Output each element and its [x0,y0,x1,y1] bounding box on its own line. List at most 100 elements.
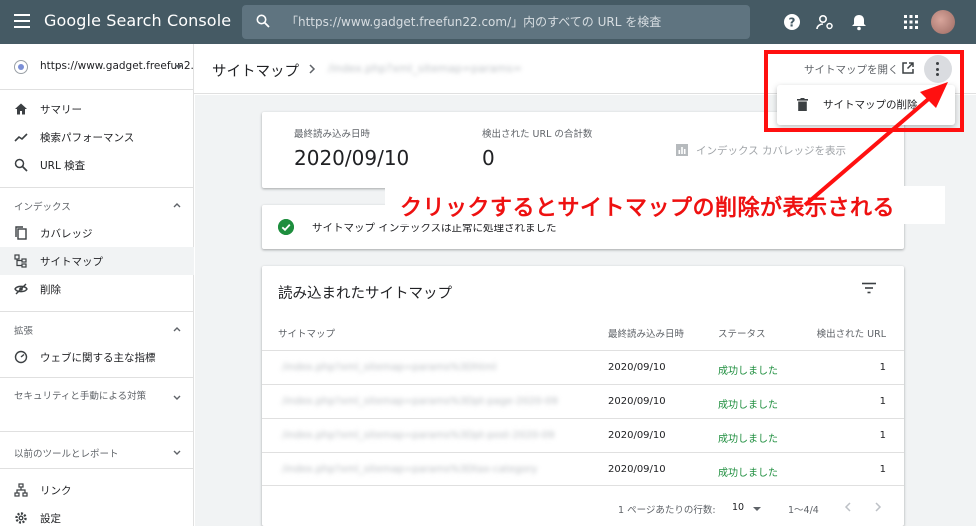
bar-chart-icon [676,144,688,156]
sidebar-item-label: カバレッジ [40,228,93,240]
url-count: 1 [879,430,886,441]
sidebar-item-label: 削除 [40,284,61,296]
chevron-up-icon [173,203,181,208]
last-read-date: 2020/09/10 [608,464,666,475]
highlight-box [764,50,964,132]
menu-icon[interactable] [14,14,30,28]
bell-icon[interactable] [849,12,869,32]
status-badge: 成功しました [718,434,778,445]
divider [0,311,194,312]
table-row[interactable]: /index.php?xml_sitemap=params%3Dpt-post-… [262,418,904,452]
gear-icon [15,512,27,524]
sitemap-url: /index.php?xml_sitemap=params%3Dhtml [282,362,497,373]
svg-text:?: ? [789,16,796,30]
url-count: 1 [879,396,886,407]
section-label: 拡張 [14,326,34,337]
sidebar-item-coverage[interactable]: カバレッジ [0,219,194,247]
trending-icon [14,133,28,142]
app-title[interactable]: Google Search Console [44,11,231,30]
column-header-sitemap[interactable]: サイトマップ [278,326,335,340]
caret-down-icon[interactable] [752,506,762,512]
sidebar-item-sitemaps[interactable]: サイトマップ [0,247,194,275]
divider [0,377,194,378]
rows-per-page-select[interactable]: 10 [732,502,744,513]
chevron-right-icon[interactable] [874,502,882,512]
pagination-range: 1〜4/4 [788,505,819,516]
url-inspect-search[interactable] [242,5,750,39]
user-settings-icon[interactable] [815,12,835,32]
column-header-last-read[interactable]: 最終読み込み日時 [608,326,684,340]
check-circle-icon [278,219,294,235]
rows-per-page-label: 1 ページあたりの行数: [618,505,716,516]
sitemap-url: /index.php?xml_sitemap=params%3Dpt-page-… [282,396,558,407]
sidebar-item-label: サマリー [40,104,82,116]
column-header-url-count[interactable]: 検出された URL [817,326,886,340]
copy-icon [15,226,27,240]
sidebar-item-settings[interactable]: 設定 [0,504,194,526]
url-count: 1 [879,362,886,373]
table-row[interactable]: /index.php?xml_sitemap=params%3Dtax-cate… [262,452,904,486]
last-read-date: 2020/09/10 [608,396,666,407]
divider [0,187,194,188]
last-read-date: 2020/09/10 [608,362,666,373]
filter-icon[interactable] [862,282,876,294]
url-count-value: 0 [482,146,495,170]
sidebar-item-label: サイトマップ [40,256,103,268]
home-icon [15,103,27,115]
section-label: 以前のツールとレポート [14,449,119,460]
property-selector[interactable]: https://www.gadget.freefun2... [0,44,201,90]
avatar[interactable] [931,10,955,34]
links-icon [14,483,28,497]
sidebar-item-links[interactable]: リンク [0,476,194,504]
globe-icon [14,60,28,74]
eye-off-icon [14,283,28,295]
caret-down-icon [175,65,183,69]
section-index-header[interactable]: インデックス [0,190,194,220]
section-legacy-header[interactable]: 以前のツールとレポート [0,437,194,467]
section-label: セキュリティと手動による対策 [14,391,147,402]
url-count: 1 [879,464,886,475]
sidebar-item-label: URL 検査 [40,160,86,172]
sitemap-icon [14,254,27,268]
chevron-down-icon [173,450,181,455]
section-label: インデックス [14,202,71,213]
search-input[interactable] [286,5,736,39]
view-coverage-link[interactable]: インデックス カバレッジを表示 [696,143,846,158]
gauge-icon [14,350,28,364]
search-icon [256,14,270,28]
divider [0,468,194,469]
column-header-status[interactable]: ステータス [718,326,766,340]
section-enhancements-header[interactable]: 拡張 [0,314,194,344]
sidebar-item-removals[interactable]: 削除 [0,275,194,303]
sitemap-url: /index.php?xml_sitemap=params%3Dpt-post-… [282,430,555,441]
sidebar-item-label: 検索パフォーマンス [40,132,135,144]
url-count-label: 検出された URL の合計数 [482,129,593,140]
sitemap-url: /index.php?xml_sitemap=params%3Dtax-cate… [282,464,538,475]
chevron-down-icon [173,395,181,400]
chevron-right-icon [309,64,316,74]
section-security-header[interactable]: セキュリティと手動による対策 [0,384,194,420]
table-row[interactable]: /index.php?xml_sitemap=params%3Dhtml 202… [262,350,904,384]
status-badge: 成功しました [718,468,778,479]
search-icon [14,158,28,172]
last-read-date: 2020/09/10 [608,430,666,441]
sidebar-item-url-inspection[interactable]: URL 検査 [0,151,194,179]
table-row[interactable]: /index.php?xml_sitemap=params%3Dpt-page-… [262,384,904,418]
apps-grid-icon[interactable] [901,12,921,32]
sidebar: https://www.gadget.freefun2... サマリー 検索パフ… [0,44,201,526]
status-badge: 成功しました [718,366,778,377]
chevron-left-icon[interactable] [844,502,852,512]
sidebar-item-label: 設定 [40,513,61,525]
last-read-value: 2020/09/10 [294,146,410,170]
annotation-text: クリックするとサイトマップの削除が表示される [400,196,896,221]
sidebar-item-core-web-vitals[interactable]: ウェブに関する主な指標 [0,343,194,371]
status-badge: 成功しました [718,400,778,411]
help-icon[interactable]: ? [782,12,802,32]
chevron-up-icon [173,327,181,332]
page-title[interactable]: サイトマップ [212,60,299,81]
divider [0,431,194,432]
sidebar-item-performance[interactable]: 検索パフォーマンス [0,123,194,151]
sidebar-item-summary[interactable]: サマリー [0,95,194,123]
table-title: 読み込まれたサイトマップ [278,286,452,302]
last-read-label: 最終読み込み日時 [294,129,371,140]
